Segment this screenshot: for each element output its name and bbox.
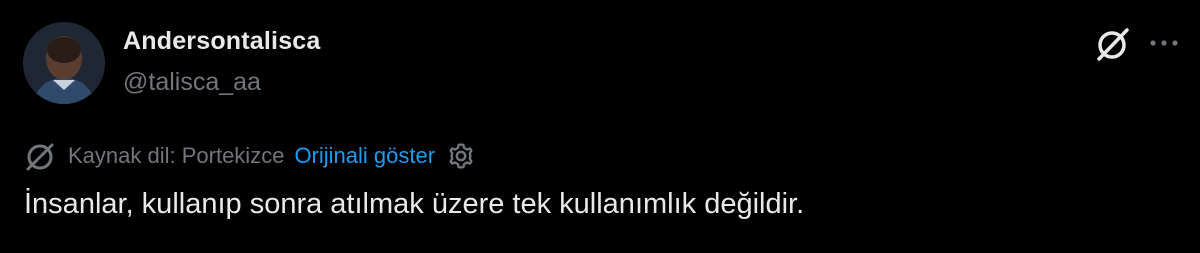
user-handle[interactable]: @talisca_aa	[123, 68, 261, 97]
translate-icon	[26, 143, 54, 171]
avatar-image	[23, 22, 105, 104]
avatar[interactable]	[23, 22, 105, 104]
translation-bar: Kaynak dil: Portekizce Orijinali göster	[24, 140, 475, 172]
display-name[interactable]: Andersontalisca	[123, 27, 321, 56]
source-language-label: Kaynak dil: Portekizce	[68, 143, 285, 168]
gear-icon[interactable]	[447, 142, 475, 170]
grok-icon[interactable]	[1093, 24, 1133, 64]
more-icon[interactable]	[1147, 30, 1181, 56]
show-original-link[interactable]: Orijinali göster	[294, 143, 435, 169]
tweet-text: İnsanlar, kullanıp sonra atılmak üzere t…	[24, 188, 805, 220]
